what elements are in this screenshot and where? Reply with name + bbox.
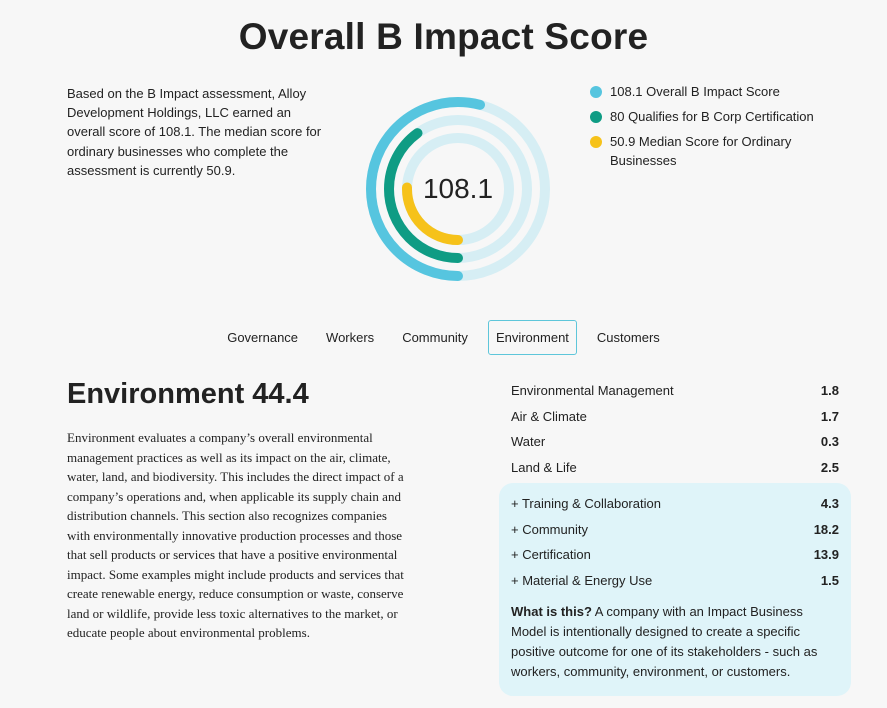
impact-area-tabs: Governance Workers Community Environment…	[0, 320, 887, 355]
legend-label: 108.1 Overall B Impact Score	[610, 84, 780, 99]
score-donut-chart	[366, 97, 550, 281]
page-title: Overall B Impact Score	[238, 16, 649, 57]
legend-dot-icon	[590, 136, 602, 148]
score-row: Water 0.3	[499, 429, 851, 455]
impact-value: 18.2	[813, 521, 839, 537]
score-value: 1.8	[820, 383, 839, 398]
legend-item-median: 50.9 Median Score for Ordinary Businesse…	[590, 132, 830, 170]
impact-label: + Community	[511, 521, 588, 537]
impact-business-model-box: + Training & Collaboration 4.3 + Communi…	[499, 483, 851, 696]
impact-label: + Training & Collaboration	[511, 496, 661, 511]
tab-workers[interactable]: Workers	[318, 320, 382, 355]
tab-governance[interactable]: Governance	[219, 320, 306, 355]
section-description: Environment evaluates a company’s overal…	[67, 430, 404, 640]
legend-item-qualifies: 80 Qualifies for B Corp Certification	[590, 107, 830, 126]
section-title: Environment 44.4	[67, 378, 309, 410]
score-value: 1.7	[820, 408, 839, 424]
category-scores: Environmental Management 1.8 Air & Clima…	[499, 378, 851, 481]
legend-item-overall: 108.1 Overall B Impact Score	[590, 82, 830, 101]
score-label: Environmental Management	[511, 383, 674, 398]
impact-value: 1.5	[820, 573, 839, 589]
score-value: 2.5	[820, 460, 839, 476]
donut-legend: 108.1 Overall B Impact Score 80 Qualifie…	[590, 82, 830, 176]
impact-row-community[interactable]: + Community 18.2	[499, 517, 851, 543]
impact-label: + Certification	[511, 547, 591, 563]
score-summary: Based on the B Impact assessment, Alloy …	[67, 86, 322, 178]
score-label: Water	[511, 434, 546, 450]
tab-environment[interactable]: Environment	[487, 320, 577, 355]
score-label: Land & Life	[511, 460, 577, 476]
score-row: Land & Life 2.5	[499, 455, 851, 481]
impact-value: 13.9	[813, 547, 839, 563]
score-row: Air & Climate 1.7	[499, 404, 851, 430]
tab-customers[interactable]: Customers	[589, 320, 668, 355]
score-value: 0.3	[820, 434, 839, 450]
impact-label: + Material & Energy Use	[511, 573, 653, 589]
page: Overall B Impact Score Based on the B Im…	[0, 0, 887, 708]
legend-dot-icon	[590, 111, 602, 123]
score-row: Environmental Management 1.8	[499, 378, 851, 404]
legend-label: 80 Qualifies for B Corp Certification	[610, 109, 814, 124]
tab-community[interactable]: Community	[394, 320, 476, 355]
impact-row-training[interactable]: + Training & Collaboration 4.3	[499, 491, 851, 517]
legend-label: 50.9 Median Score for Ordinary Businesse…	[610, 134, 792, 168]
score-label: Air & Climate	[511, 408, 587, 424]
legend-dot-icon	[590, 86, 602, 98]
impact-row-certification[interactable]: + Certification 13.9	[499, 542, 851, 568]
what-is-this-note: What is this? A company with an Impact B…	[499, 602, 851, 682]
what-is-heading: What is this?	[511, 603, 592, 619]
impact-row-material-energy[interactable]: + Material & Energy Use 1.5	[499, 568, 851, 594]
impact-value: 4.3	[820, 496, 839, 511]
